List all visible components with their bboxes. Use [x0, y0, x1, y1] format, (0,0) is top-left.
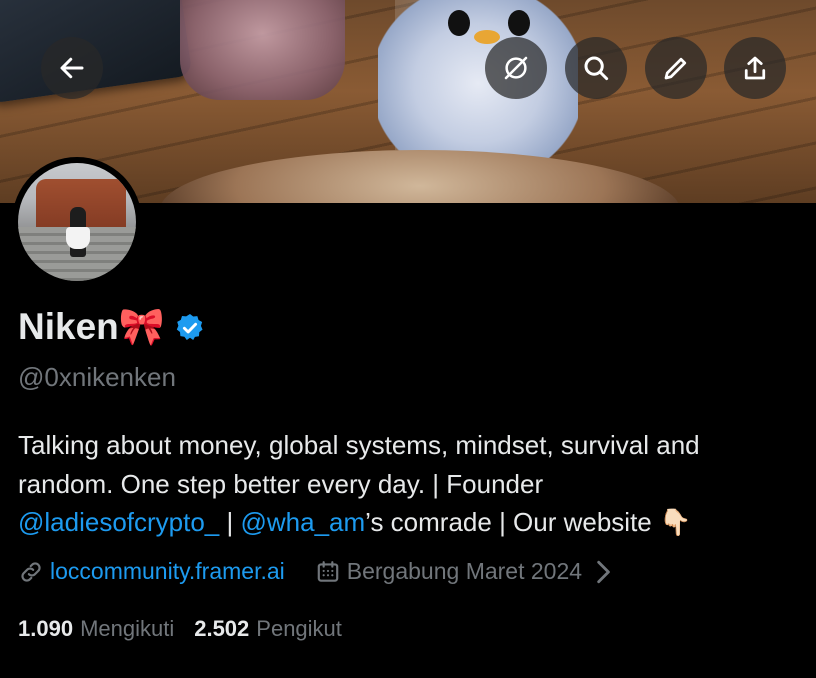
bio-line-3: @ladiesofcrypto_ | @wha_am’s comrade | O… [18, 503, 808, 542]
mention-link[interactable]: @ladiesofcrypto_ [18, 507, 219, 537]
avatar[interactable] [18, 163, 136, 281]
banner-plush-eye [448, 10, 470, 36]
search-button[interactable] [565, 37, 627, 99]
no-grok-icon [504, 56, 528, 80]
chevron-right-icon[interactable] [590, 559, 616, 585]
mention-link[interactable]: @wha_am [240, 507, 365, 537]
profile-name-row: Niken🎀 [18, 306, 206, 349]
no-grok-button[interactable] [485, 37, 547, 99]
followers-stat[interactable]: 2.502 Pengikut [194, 616, 342, 642]
arrow-left-icon [60, 57, 84, 79]
share-button[interactable] [724, 37, 786, 99]
display-name: Niken🎀 [18, 306, 165, 347]
following-stat[interactable]: 1.090 Mengikuti [18, 616, 174, 642]
profile-bio: Talking about money, global systems, min… [18, 426, 808, 542]
website-link[interactable]: loccommunity.framer.ai [50, 558, 285, 585]
bio-text: ’s comrade | Our website 👇🏻 [365, 507, 692, 537]
profile-meta: loccommunity.framer.ai Bergabung Maret 2… [18, 558, 616, 585]
followers-label: Pengikut [256, 616, 342, 641]
banner-plush-beak [474, 30, 500, 44]
banner-glass-shape [180, 0, 345, 100]
bio-line-1: Talking about money, global systems, min… [18, 430, 700, 460]
following-count: 1.090 [18, 616, 74, 641]
banner-plush-shape [378, 0, 578, 160]
profile-stats: 1.090 Mengikuti 2.502 Pengikut [18, 616, 362, 642]
bio-line-2: random. One step better every day. | Fou… [18, 468, 544, 499]
bio-separator: | [219, 507, 241, 537]
verified-badge-icon[interactable] [174, 312, 206, 344]
link-icon [21, 561, 41, 582]
calendar-icon [317, 560, 339, 582]
join-date[interactable]: Bergabung Maret 2024 [347, 558, 582, 585]
avatar-skirt-shape [66, 227, 90, 249]
profile-handle: @0xnikenken [18, 362, 176, 392]
followers-count: 2.502 [194, 616, 250, 641]
banner-bread-shape [160, 150, 680, 203]
banner-plush-eye [508, 10, 530, 36]
back-button[interactable] [41, 37, 103, 99]
share-icon [744, 56, 766, 80]
profile-banner[interactable] [0, 0, 816, 203]
search-icon [584, 56, 609, 81]
following-label: Mengikuti [80, 616, 175, 641]
edit-button[interactable] [645, 37, 707, 99]
edit-icon [664, 57, 687, 80]
